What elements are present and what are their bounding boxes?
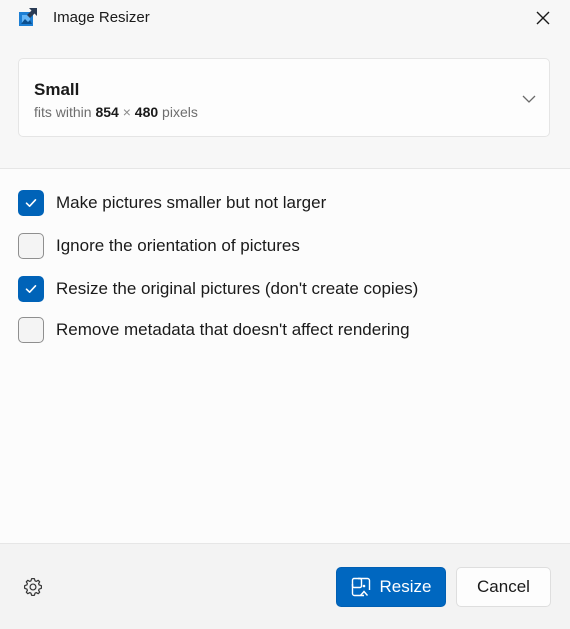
size-unit: pixels [162, 104, 198, 120]
size-times-sign: × [122, 104, 131, 120]
size-preset-name: Small [34, 80, 80, 99]
size-preset-dropdown[interactable]: Small fits within 854 × 480 pixels [18, 58, 550, 137]
checkmark-icon [25, 285, 37, 293]
gear-icon [23, 577, 43, 597]
close-icon [536, 11, 550, 25]
close-button[interactable] [529, 4, 557, 32]
option-checkbox[interactable] [18, 233, 44, 259]
checkmark-icon [25, 199, 37, 207]
option-label: Ignore the orientation of pictures [56, 236, 300, 255]
size-desc-prefix: fits within [34, 104, 92, 120]
footer-bar: Resize Cancel [0, 544, 570, 629]
settings-button[interactable] [21, 575, 45, 599]
option-make-smaller[interactable]: Make pictures smaller but not larger [18, 189, 518, 217]
option-checkbox[interactable] [18, 276, 44, 302]
option-checkbox[interactable] [18, 190, 44, 216]
size-height-value: 480 [134, 104, 159, 120]
option-checkbox[interactable] [18, 317, 44, 343]
app-title: Image Resizer [53, 9, 150, 26]
title-bar: Image Resizer [0, 0, 570, 40]
option-label: Remove metadata that doesn't affect rend… [56, 320, 410, 339]
image-resizer-app-icon [19, 8, 37, 26]
resize-icon [351, 577, 370, 597]
option-resize-originals[interactable]: Resize the original pictures (don't crea… [18, 275, 518, 303]
resize-button-label: Resize [379, 577, 432, 596]
option-label: Make pictures smaller but not larger [56, 193, 327, 212]
options-panel: Make pictures smaller but not larger Ign… [0, 169, 570, 543]
option-ignore-orientation[interactable]: Ignore the orientation of pictures [18, 232, 518, 260]
cancel-button[interactable]: Cancel [456, 567, 551, 607]
chevron-down-icon [522, 95, 536, 103]
image-resizer-window: Image Resizer Small fits within 854 × 48… [0, 0, 570, 629]
option-label: Resize the original pictures (don't crea… [56, 279, 419, 298]
size-width-value: 854 [95, 104, 119, 120]
option-remove-metadata[interactable]: Remove metadata that doesn't affect rend… [18, 316, 518, 344]
size-preset-description: fits within 854 × 480 pixels [34, 103, 198, 121]
resize-button[interactable]: Resize [336, 567, 446, 607]
